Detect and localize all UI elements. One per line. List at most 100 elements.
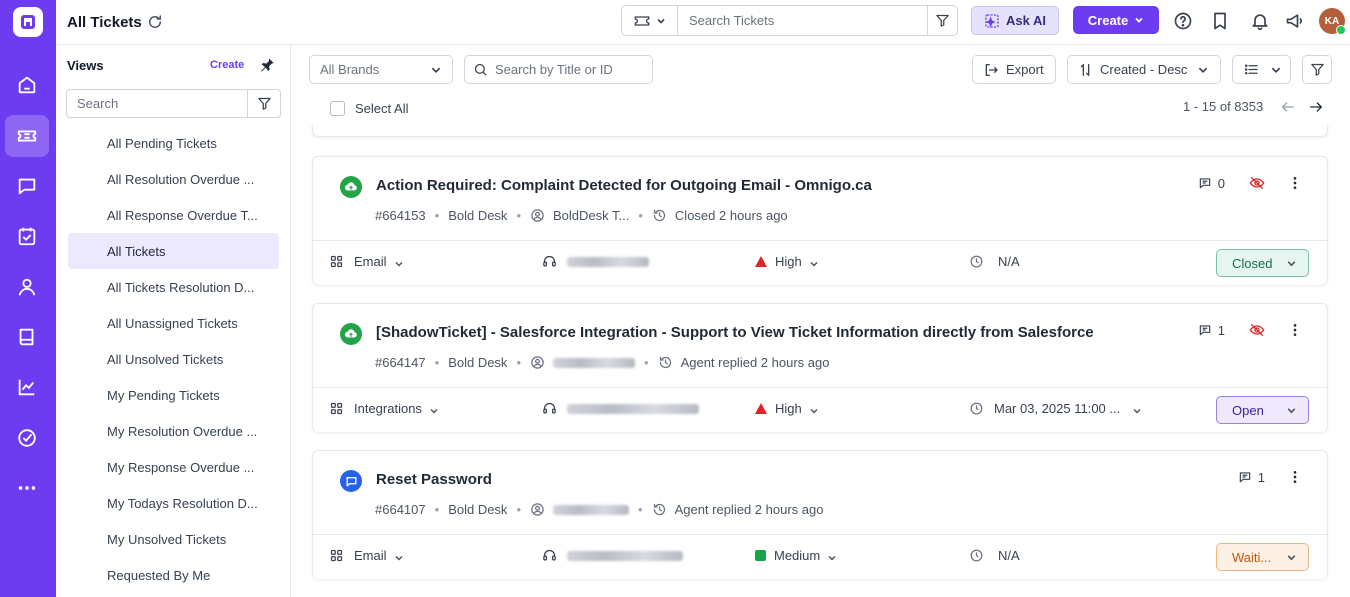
home-icon[interactable] xyxy=(5,64,49,106)
category-dropdown[interactable]: Email xyxy=(329,548,404,563)
ticket-list-main: All Brands Search by Title or ID Export … xyxy=(291,45,1350,597)
more-options-icon[interactable] xyxy=(1287,322,1303,338)
select-all-checkbox[interactable] xyxy=(330,101,345,116)
ticket-title[interactable]: Reset Password xyxy=(376,471,492,488)
priority-value: High xyxy=(775,401,802,416)
user-avatar[interactable]: KA xyxy=(1319,8,1346,35)
clock-icon xyxy=(969,548,984,563)
bell-icon[interactable] xyxy=(1250,11,1270,31)
ticket-type-icon xyxy=(634,15,649,26)
view-item[interactable]: My Unsolved Tickets xyxy=(68,521,279,557)
view-item[interactable]: My Pending Tickets xyxy=(68,377,279,413)
global-search-input[interactable]: Search Tickets xyxy=(678,6,927,35)
sort-dropdown[interactable]: Created - Desc xyxy=(1067,55,1221,84)
due-date-field[interactable]: N/A xyxy=(969,254,1020,269)
tasks-icon[interactable] xyxy=(5,215,49,257)
comment-count[interactable]: 1 xyxy=(1238,470,1265,485)
ticket-id: #664153 xyxy=(375,208,426,223)
status-dropdown[interactable]: Closed xyxy=(1216,249,1309,277)
ticket-properties: Integrations High Mar 03, 2025 11:00 ... Op… xyxy=(313,388,1327,432)
chat-icon[interactable] xyxy=(5,165,49,207)
user-circle-icon xyxy=(530,502,545,517)
redacted-agent xyxy=(567,256,649,267)
category-value: Email xyxy=(354,254,387,269)
priority-dropdown[interactable]: High xyxy=(755,401,819,416)
ask-ai-button[interactable]: Ask AI xyxy=(971,6,1059,35)
chevron-down-icon xyxy=(431,67,441,73)
due-date-field[interactable]: Mar 03, 2025 11:00 ... xyxy=(969,401,1142,416)
ticket-actions: 0 xyxy=(1198,175,1303,191)
view-item[interactable]: All Resolution Overdue ... xyxy=(68,161,279,197)
view-item[interactable]: All Tickets xyxy=(68,233,279,269)
comment-count[interactable]: 1 xyxy=(1198,323,1225,338)
help-icon[interactable] xyxy=(1173,11,1193,31)
brands-dropdown[interactable]: All Brands xyxy=(309,55,453,84)
comment-count[interactable]: 0 xyxy=(1198,176,1225,191)
title-id-search[interactable]: Search by Title or ID xyxy=(464,55,653,84)
ticket-properties: Email Medium N/A Waiti... xyxy=(313,535,1327,579)
requester-name[interactable]: BoldDesk T... xyxy=(553,208,629,223)
view-list: All Pending Tickets All Resolution Overdu… xyxy=(56,125,290,593)
status-dropdown[interactable]: Waiti... xyxy=(1216,543,1309,571)
reports-icon[interactable] xyxy=(5,366,49,408)
ticket-card[interactable]: Action Required: Complaint Detected for … xyxy=(312,156,1328,285)
priority-dropdown[interactable]: Medium xyxy=(755,548,837,563)
pin-icon[interactable] xyxy=(259,57,275,73)
category-dropdown[interactable]: Email xyxy=(329,254,404,269)
ticket-properties: Email High N/A Closed xyxy=(313,241,1327,285)
category-dropdown[interactable]: Integrations xyxy=(329,401,439,416)
priority-dropdown[interactable]: High xyxy=(755,254,819,269)
ticket-card[interactable]: Reset Password #664107 • Bold Desk • • Agent r… xyxy=(312,450,1328,579)
more-icon[interactable] xyxy=(5,467,49,509)
view-item[interactable]: All Unsolved Tickets xyxy=(68,341,279,377)
export-button[interactable]: Export xyxy=(972,55,1056,84)
agent-field[interactable] xyxy=(542,254,649,269)
search-filter-button[interactable] xyxy=(927,6,957,35)
view-item[interactable]: All Unassigned Tickets xyxy=(68,305,279,341)
refresh-icon[interactable] xyxy=(146,13,164,31)
ticket-card[interactable]: [ShadowTicket] - Salesforce Integration … xyxy=(312,303,1328,432)
views-filter-button[interactable] xyxy=(247,90,280,117)
view-item[interactable]: All Tickets Resolution D... xyxy=(68,269,279,305)
approvals-icon[interactable] xyxy=(5,417,49,459)
search-type-dropdown[interactable] xyxy=(622,6,678,35)
ticket-actions: 1 xyxy=(1238,469,1303,485)
contacts-icon[interactable] xyxy=(5,266,49,308)
tickets-icon[interactable] xyxy=(5,115,49,157)
bookmark-icon[interactable] xyxy=(1210,11,1230,31)
due-date-field[interactable]: N/A xyxy=(969,548,1020,563)
chevron-down-icon xyxy=(1286,552,1297,563)
knowledge-base-icon[interactable] xyxy=(5,316,49,358)
page-title: All Tickets xyxy=(67,14,142,31)
more-options-icon[interactable] xyxy=(1287,469,1303,485)
app-logo-icon[interactable] xyxy=(13,7,43,37)
ai-sparkle-icon xyxy=(985,13,999,28)
status-value: Waiti... xyxy=(1232,549,1272,565)
view-item[interactable]: Requested By Me xyxy=(68,557,279,593)
previous-page-icon[interactable] xyxy=(1280,99,1296,115)
search-icon xyxy=(474,63,487,76)
redacted-agent xyxy=(567,403,699,414)
announcement-icon[interactable] xyxy=(1285,11,1305,31)
chevron-down-icon xyxy=(394,257,404,267)
top-bar: All Tickets Search Tickets Ask AI Create… xyxy=(56,0,1350,45)
view-item[interactable]: All Pending Tickets xyxy=(68,125,279,161)
more-options-icon[interactable] xyxy=(1287,175,1303,191)
agent-field[interactable] xyxy=(542,401,699,416)
view-item[interactable]: My Response Overdue ... xyxy=(68,449,279,485)
view-item[interactable]: My Todays Resolution D... xyxy=(68,485,279,521)
agent-field[interactable] xyxy=(542,548,683,563)
ticket-title[interactable]: [ShadowTicket] - Salesforce Integration … xyxy=(376,324,1094,341)
create-label: Create xyxy=(1087,12,1129,28)
ticket-title[interactable]: Action Required: Complaint Detected for … xyxy=(376,177,872,194)
views-search-input[interactable]: Search xyxy=(67,90,247,117)
view-item[interactable]: All Response Overdue T... xyxy=(68,197,279,233)
next-page-icon[interactable] xyxy=(1308,99,1324,115)
ticket-meta: #664147 • Bold Desk • • Agent replied 2 hours… xyxy=(375,355,829,370)
list-layout-dropdown[interactable] xyxy=(1232,55,1291,84)
create-button[interactable]: Create xyxy=(1073,6,1159,34)
create-view-link[interactable]: Create xyxy=(210,59,244,71)
view-item[interactable]: My Resolution Overdue ... xyxy=(68,413,279,449)
advanced-filter-button[interactable] xyxy=(1302,55,1332,84)
status-dropdown[interactable]: Open xyxy=(1216,396,1309,424)
